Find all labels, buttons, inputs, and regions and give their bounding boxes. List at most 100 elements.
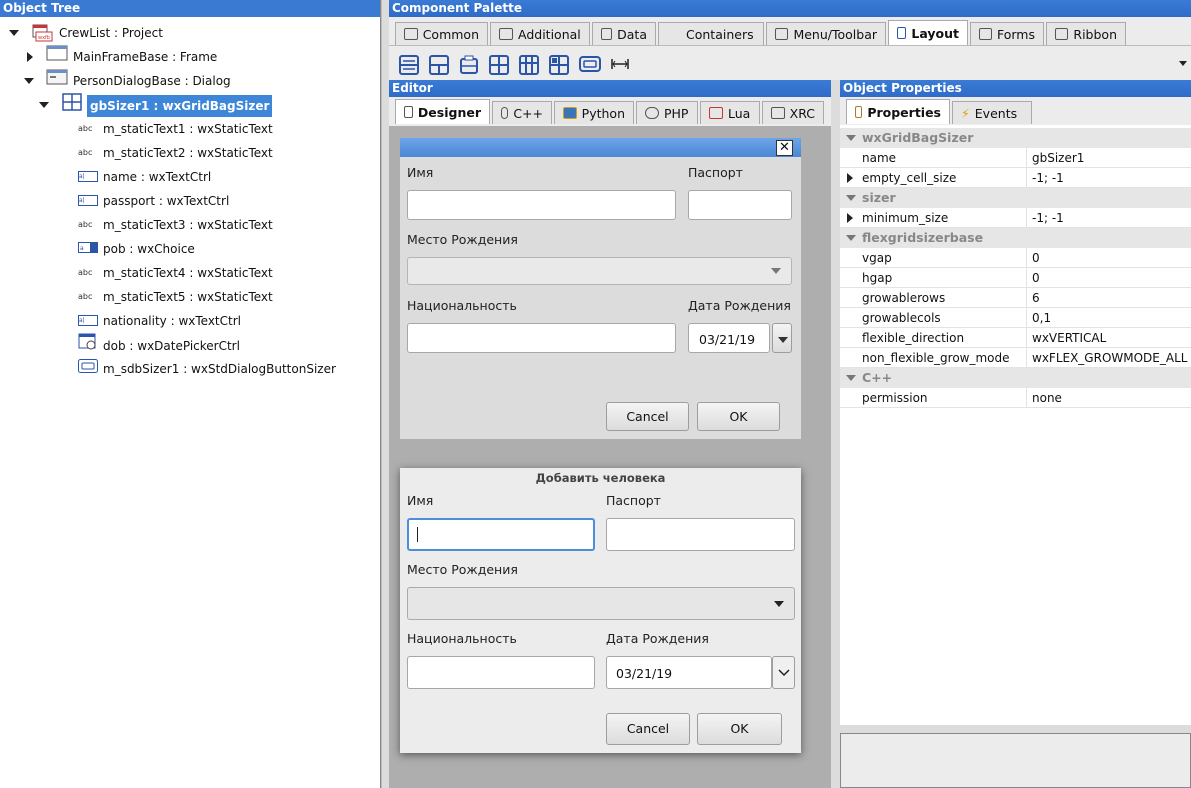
static-box-sizer-icon[interactable] bbox=[459, 55, 479, 75]
pob-choice[interactable] bbox=[407, 587, 795, 620]
wrap-sizer-icon[interactable] bbox=[429, 55, 449, 75]
description-splitter[interactable] bbox=[840, 725, 1191, 733]
expand-toggle-icon[interactable] bbox=[24, 78, 34, 84]
tab-python[interactable]: Python bbox=[554, 101, 634, 124]
design-dialog[interactable]: ✕ Имя Паспорт Место Рождения Национально… bbox=[400, 138, 801, 439]
passport-field[interactable] bbox=[606, 518, 795, 551]
ok-button[interactable]: OK bbox=[697, 402, 780, 431]
tree-node-date-picker[interactable]: dob : wxDatePickerCtrl bbox=[78, 333, 240, 355]
tree-node-text-ctrl[interactable]: a| name : wxTextCtrl bbox=[78, 165, 211, 187]
tree-node-choice[interactable]: a pob : wxChoice bbox=[78, 237, 195, 259]
property-value[interactable]: 0,1 bbox=[1032, 308, 1051, 328]
panel-splitter[interactable] bbox=[381, 0, 389, 788]
editor-title: Editor bbox=[389, 80, 831, 97]
tree-node-dialog[interactable]: PersonDialogBase : Dialog bbox=[46, 69, 231, 91]
tree-node-static-text[interactable]: abc m_staticText2 : wxStaticText bbox=[78, 141, 273, 163]
property-value[interactable]: wxFLEX_GROWMODE_ALL bbox=[1032, 348, 1187, 368]
property-value[interactable]: -1; -1 bbox=[1032, 208, 1064, 228]
preview-dialog[interactable]: Добавить человека Имя Паспорт Место Рожд… bbox=[400, 468, 801, 753]
editor-properties-splitter[interactable] bbox=[831, 80, 840, 788]
data-icon bbox=[601, 28, 613, 40]
property-row[interactable]: growablecols 0,1 bbox=[840, 308, 1191, 328]
category-header[interactable]: sizer bbox=[840, 188, 1191, 208]
name-field[interactable] bbox=[407, 190, 676, 220]
property-row[interactable]: empty_cell_size -1; -1 bbox=[840, 168, 1191, 188]
spacer-icon[interactable] bbox=[611, 58, 629, 70]
property-row[interactable]: non_flexible_grow_mode wxFLEX_GROWMODE_AL… bbox=[840, 348, 1191, 368]
nationality-field[interactable] bbox=[407, 656, 595, 689]
tab-layout[interactable]: Layout bbox=[888, 20, 968, 45]
cancel-button[interactable]: Cancel bbox=[606, 713, 690, 745]
tab-xrc[interactable]: XRC bbox=[762, 101, 824, 124]
dob-label: Дата Рождения bbox=[688, 298, 791, 313]
pob-choice[interactable] bbox=[407, 257, 792, 285]
box-sizer-icon[interactable] bbox=[399, 55, 419, 75]
nationality-field[interactable] bbox=[407, 323, 676, 353]
property-row[interactable]: name gbSizer1 bbox=[840, 148, 1191, 168]
tree-node-text-ctrl[interactable]: a| nationality : wxTextCtrl bbox=[78, 309, 241, 331]
cancel-button[interactable]: Cancel bbox=[606, 402, 689, 431]
tab-additional[interactable]: Additional bbox=[490, 22, 590, 45]
grid-bag-sizer-icon[interactable] bbox=[549, 55, 569, 75]
tree-node-static-text[interactable]: abc m_staticText4 : wxStaticText bbox=[78, 261, 273, 283]
tree-node-static-text[interactable]: abc m_staticText3 : wxStaticText bbox=[78, 213, 273, 235]
expand-toggle-icon[interactable] bbox=[39, 102, 49, 108]
flex-grid-sizer-icon[interactable] bbox=[519, 55, 539, 75]
category-header[interactable]: flexgridsizerbase bbox=[840, 228, 1191, 248]
palette-dropdown-icon[interactable] bbox=[1179, 61, 1187, 70]
property-value[interactable]: -1; -1 bbox=[1032, 168, 1064, 188]
tree-node-text-ctrl[interactable]: a| passport : wxTextCtrl bbox=[78, 189, 229, 211]
tree-node-project[interactable]: wxfb CrewList : Project bbox=[32, 21, 163, 43]
property-row[interactable]: permission none bbox=[840, 388, 1191, 408]
property-row[interactable]: minimum_size -1; -1 bbox=[840, 208, 1191, 228]
property-value[interactable]: gbSizer1 bbox=[1032, 148, 1084, 168]
column-divider bbox=[1026, 268, 1027, 288]
property-value[interactable]: 6 bbox=[1032, 288, 1040, 308]
tab-forms[interactable]: Forms bbox=[970, 22, 1044, 45]
property-row[interactable]: growablerows 6 bbox=[840, 288, 1191, 308]
tab-events[interactable]: ⚡ Events bbox=[952, 101, 1032, 124]
tab-cpp[interactable]: C++ bbox=[492, 101, 552, 124]
tab-common[interactable]: Common bbox=[395, 22, 488, 45]
property-value[interactable]: 0 bbox=[1032, 248, 1040, 268]
tab-designer[interactable]: Designer bbox=[395, 99, 490, 124]
property-row[interactable]: vgap 0 bbox=[840, 248, 1191, 268]
tab-ribbon[interactable]: Ribbon bbox=[1046, 22, 1126, 45]
expand-toggle-icon[interactable] bbox=[9, 30, 19, 36]
property-row[interactable]: hgap 0 bbox=[840, 268, 1191, 288]
property-value[interactable]: 0 bbox=[1032, 268, 1040, 288]
collapse-toggle-icon[interactable] bbox=[27, 52, 33, 62]
collapse-icon bbox=[846, 195, 856, 201]
tree-node-static-text[interactable]: abc m_staticText1 : wxStaticText bbox=[78, 117, 273, 139]
dob-dropdown-button[interactable] bbox=[772, 656, 795, 689]
layout-toolbar bbox=[389, 45, 1191, 79]
tree-node-std-button-sizer[interactable]: m_sdbSizer1 : wxStdDialogButtonSizer bbox=[78, 357, 336, 379]
tab-containers[interactable]: Containers bbox=[658, 22, 764, 45]
expand-icon[interactable] bbox=[847, 213, 853, 223]
dob-dropdown-button[interactable] bbox=[772, 323, 792, 353]
tab-php[interactable]: PHP bbox=[636, 101, 698, 124]
tab-properties[interactable]: Properties bbox=[846, 99, 950, 124]
expand-icon[interactable] bbox=[847, 173, 853, 183]
collapse-icon bbox=[846, 135, 856, 141]
tree-node-gbsizer[interactable]: gbSizer1 : wxGridBagSizer bbox=[62, 93, 273, 117]
category-header[interactable]: wxGridBagSizer bbox=[840, 128, 1191, 148]
name-field[interactable] bbox=[407, 518, 595, 551]
tab-menu-toolbar[interactable]: Menu/Toolbar bbox=[766, 22, 886, 45]
forms-icon bbox=[979, 28, 992, 40]
tree-node-mainframe[interactable]: MainFrameBase : Frame bbox=[46, 45, 217, 67]
dob-field[interactable]: 03/21/19 bbox=[688, 323, 770, 353]
property-row[interactable]: flexible_direction wxVERTICAL bbox=[840, 328, 1191, 348]
passport-field[interactable] bbox=[688, 190, 792, 220]
dob-field[interactable]: 03/21/19 bbox=[606, 656, 772, 689]
property-value[interactable]: none bbox=[1032, 388, 1062, 408]
ok-button[interactable]: OK bbox=[697, 713, 782, 745]
tree-node-static-text[interactable]: abc m_staticText5 : wxStaticText bbox=[78, 285, 273, 307]
grid-sizer-icon[interactable] bbox=[489, 55, 509, 75]
std-button-sizer-icon[interactable] bbox=[579, 56, 601, 72]
close-icon[interactable]: ✕ bbox=[776, 140, 793, 156]
tab-lua[interactable]: Lua bbox=[700, 101, 760, 124]
tab-data[interactable]: Data bbox=[592, 22, 656, 45]
property-value[interactable]: wxVERTICAL bbox=[1032, 328, 1106, 348]
category-header[interactable]: C++ bbox=[840, 368, 1191, 388]
